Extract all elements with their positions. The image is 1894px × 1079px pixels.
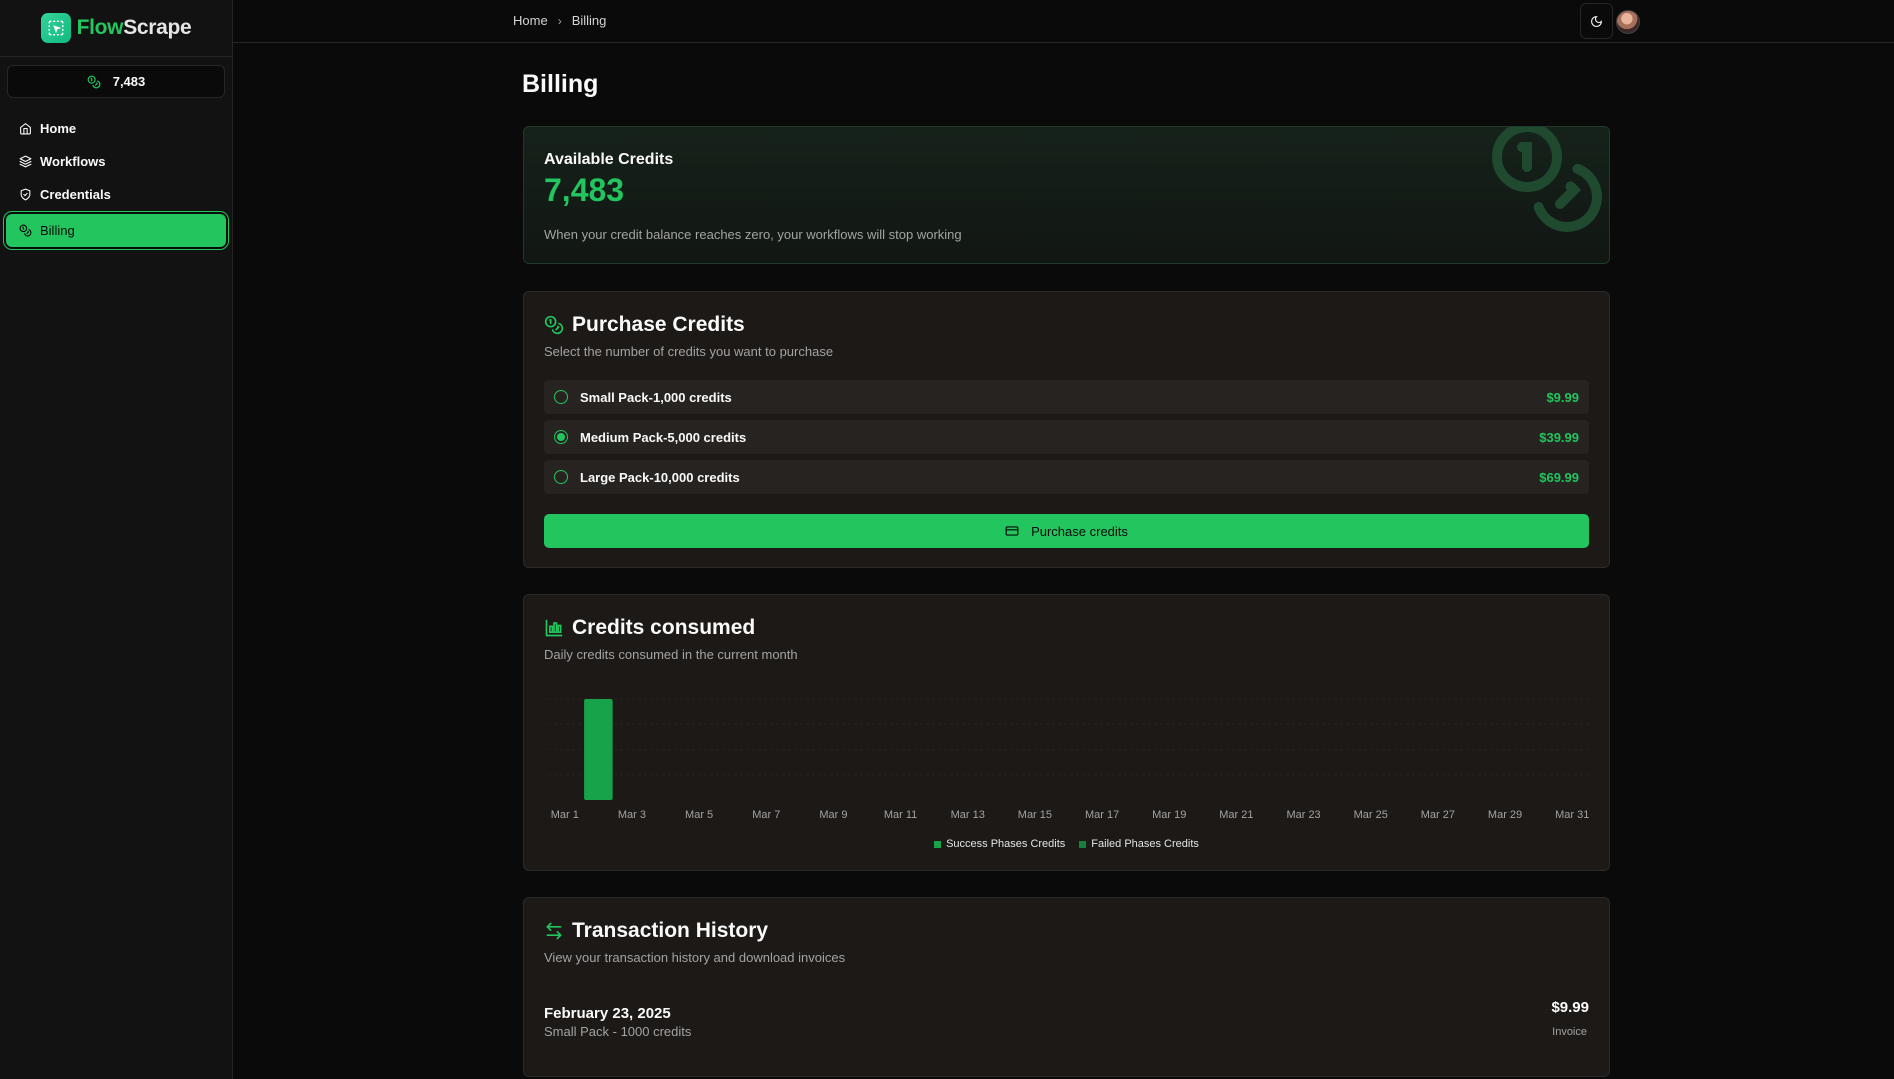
available-credits-card: Available Credits 7,483 When your credit… <box>523 126 1610 264</box>
pack-option-medium[interactable]: Medium Pack-5,000 credits $39.99 <box>544 420 1589 454</box>
breadcrumb: Home › Billing <box>513 13 606 28</box>
sidebar-nav: Home Workflows Credentials Billing <box>0 112 232 247</box>
purchase-credits-subtitle: Select the number of credits you want to… <box>544 344 834 359</box>
x-tick-label: Mar 27 <box>1421 809 1455 821</box>
logo-icon <box>40 13 71 43</box>
x-tick-label: Mar 5 <box>685 809 713 821</box>
home-icon <box>20 123 31 135</box>
x-tick-label: Mar 1 <box>551 809 579 821</box>
legend-item-success[interactable]: Success Phases Credits <box>934 838 1065 850</box>
credits-consumed-card: Credits consumed Daily credits consumed … <box>523 594 1610 871</box>
coins-icon <box>87 75 101 88</box>
available-credits-value: 7,483 <box>544 172 625 208</box>
x-tick-label: Mar 21 <box>1219 809 1253 821</box>
pack-radio[interactable] <box>554 430 568 444</box>
x-tick-label: Mar 31 <box>1555 809 1589 821</box>
available-credits-label: Available Credits <box>544 151 674 168</box>
breadcrumb-home[interactable]: Home <box>513 13 548 28</box>
shield-check-icon <box>20 188 31 201</box>
sidebar-item-label: Credentials <box>40 187 111 202</box>
credits-balance[interactable]: 7,483 <box>7 65 225 98</box>
invoice-link[interactable]: Invoice <box>1552 1026 1587 1038</box>
transaction-history-title: Transaction History <box>544 919 768 943</box>
sidebar-item-home[interactable]: Home <box>6 112 226 145</box>
pack-radio[interactable] <box>554 470 568 484</box>
coins-icon <box>19 224 32 237</box>
legend-swatch <box>1079 840 1087 848</box>
transaction-amount: $9.99 <box>1551 999 1589 1016</box>
x-tick-label: Mar 17 <box>1085 809 1119 821</box>
pack-price: $69.99 <box>1539 469 1579 485</box>
credit-card-icon <box>1005 526 1019 536</box>
legend-swatch <box>934 840 942 848</box>
sidebar-item-label: Workflows <box>40 154 106 169</box>
transaction-description: Small Pack - 1000 credits <box>544 1024 692 1039</box>
transaction-history-subtitle: View your transaction history and downlo… <box>544 950 846 965</box>
x-tick-label: Mar 13 <box>951 809 985 821</box>
purchase-credits-button[interactable]: Purchase credits <box>544 514 1589 548</box>
x-tick-label: Mar 11 <box>884 809 917 821</box>
credits-consumed-title: Credits consumed <box>544 616 755 640</box>
available-credits-description: When your credit balance reaches zero, y… <box>544 227 962 242</box>
logo[interactable]: FlowScrape <box>0 0 232 57</box>
sidebar-item-label: Billing <box>40 223 75 238</box>
x-tick-label: Mar 25 <box>1354 809 1388 821</box>
chevron-right-icon: › <box>557 13 562 28</box>
page-title: Billing <box>522 70 599 98</box>
x-tick-label: Mar 9 <box>819 809 847 821</box>
layers-icon <box>19 155 32 168</box>
bar-mar-2-success[interactable] <box>584 699 613 800</box>
x-tick-label: Mar 29 <box>1488 809 1522 821</box>
pack-label: Medium Pack-5,000 credits <box>580 429 747 445</box>
legend-item-failed[interactable]: Failed Phases Credits <box>1079 838 1199 850</box>
sidebar: FlowScrape 7,483 Home Workflows Credenti… <box>0 0 233 1079</box>
credits-consumed-subtitle: Daily credits consumed in the current mo… <box>544 647 798 662</box>
chart-legend: Success Phases Credits Failed Phases Cre… <box>524 838 1609 850</box>
transaction-date: February 23, 2025 <box>544 1005 671 1022</box>
theme-toggle-button[interactable] <box>1580 3 1613 39</box>
purchase-credits-title: Purchase Credits <box>544 313 745 337</box>
sidebar-item-billing[interactable]: Billing <box>6 214 226 247</box>
pack-price: $9.99 <box>1546 389 1579 405</box>
x-tick-label: Mar 19 <box>1152 809 1186 821</box>
x-tick-label: Mar 23 <box>1286 809 1320 821</box>
top-header: Home › Billing <box>233 0 1894 43</box>
transaction-history-card: Transaction History View your transactio… <box>523 897 1610 1077</box>
pack-radio[interactable] <box>554 390 568 404</box>
x-tick-label: Mar 3 <box>618 809 646 821</box>
sidebar-item-credentials[interactable]: Credentials <box>6 178 226 211</box>
coins-icon <box>544 315 564 335</box>
bar-chart-icon <box>545 619 563 637</box>
breadcrumb-billing[interactable]: Billing <box>572 13 607 28</box>
logo-text: FlowScrape <box>76 16 192 39</box>
coins-decoration-icon <box>1492 127 1602 232</box>
moon-icon <box>1591 15 1602 27</box>
sidebar-item-label: Home <box>40 121 77 136</box>
pack-price: $39.99 <box>1539 429 1579 445</box>
sidebar-item-workflows[interactable]: Workflows <box>6 145 226 178</box>
credits-balance-value: 7,483 <box>112 74 146 89</box>
x-tick-label: Mar 15 <box>1018 809 1052 821</box>
pack-label: Small Pack-1,000 credits <box>580 389 732 405</box>
pack-option-large[interactable]: Large Pack-10,000 credits $69.99 <box>544 460 1589 494</box>
avatar[interactable] <box>1616 10 1640 34</box>
purchase-credits-card: Purchase Credits Select the number of cr… <box>523 291 1610 568</box>
pack-label: Large Pack-10,000 credits <box>580 469 740 485</box>
x-tick-label: Mar 7 <box>752 809 780 821</box>
arrow-left-right-icon <box>546 922 562 940</box>
pack-option-small[interactable]: Small Pack-1,000 credits $9.99 <box>544 380 1589 414</box>
credits-consumed-chart: Mar 1 Mar 3 Mar 5 Mar 7 Mar 9 Mar 11 Mar 13 Mar… <box>548 698 1589 821</box>
